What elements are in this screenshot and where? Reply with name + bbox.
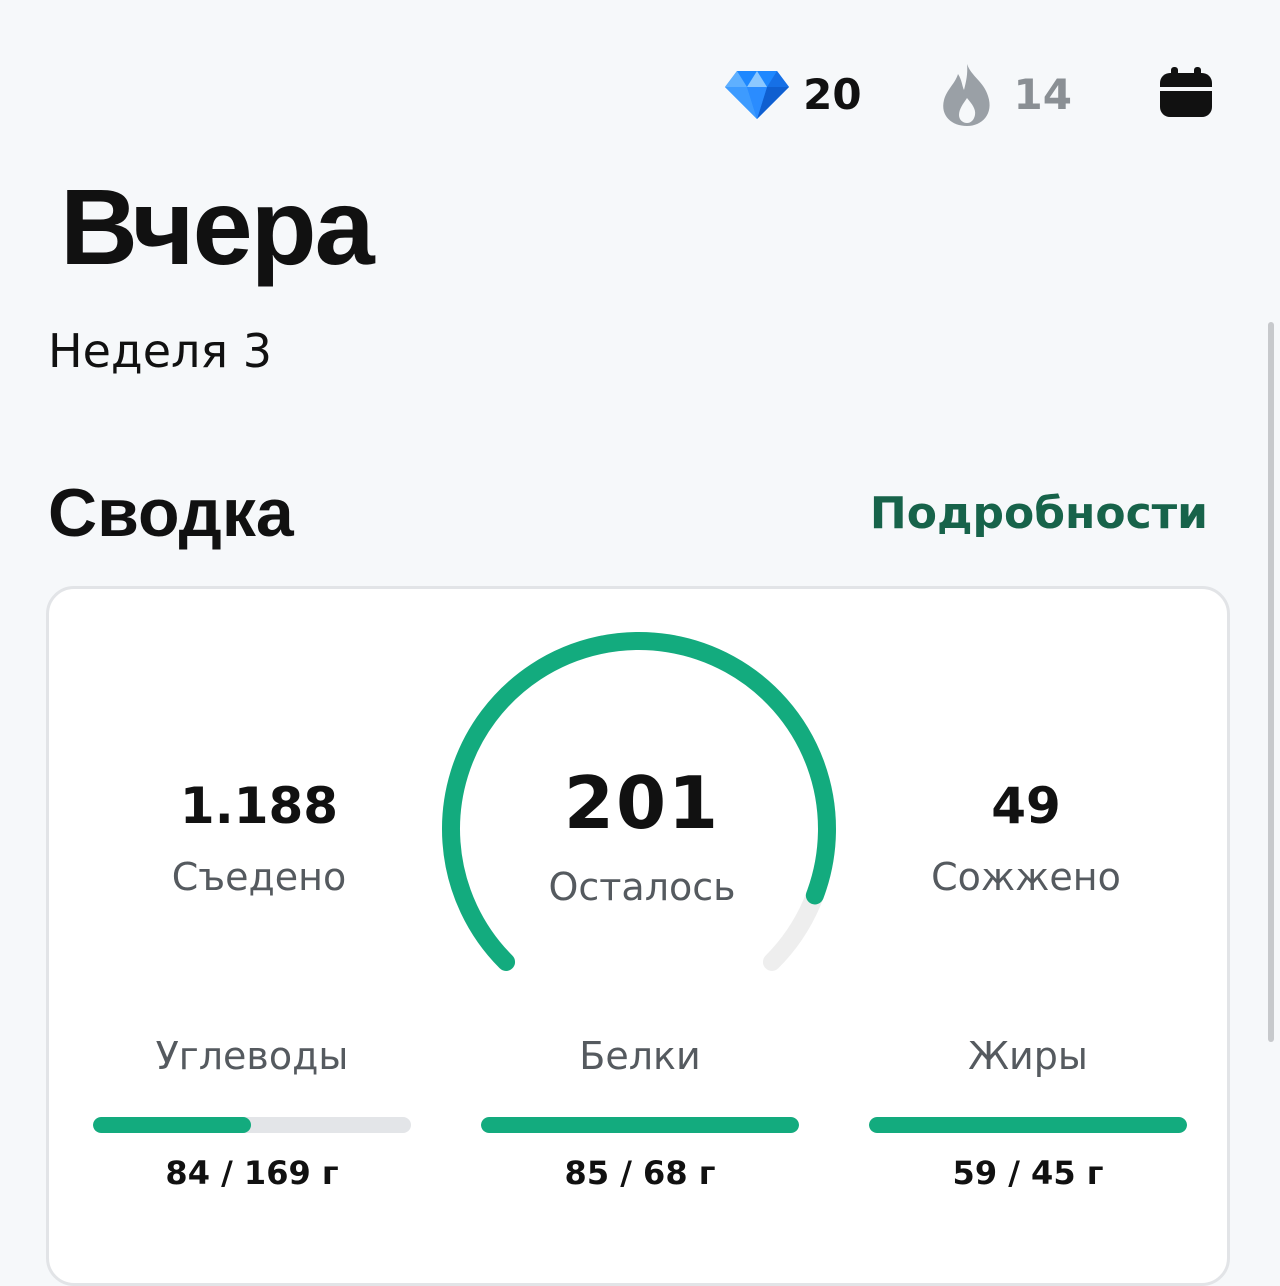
fat-amount: 59 / 45 г [952,1154,1104,1192]
macro-protein: Белки 85 / 68 г [481,1037,799,1189]
protein-label: Белки [579,1034,701,1078]
protein-amount: 85 / 68 г [564,1154,716,1192]
scrollbar[interactable] [1268,322,1274,1042]
burned-metric: 49 Сожжено [876,781,1176,899]
summary-card: 1.188 Съедено 201 Осталось 49 Сожжено Уг… [46,586,1230,1286]
summary-header: Сводка Подробности [48,476,1208,551]
top-bar: 20 14 [725,60,1214,130]
remaining-label: Осталось [548,865,736,909]
protein-progress-track [481,1117,799,1133]
burned-value: 49 [991,777,1061,835]
calendar-button[interactable] [1158,67,1214,123]
streak-counter[interactable]: 14 [938,62,1072,128]
remaining-value: 201 [563,761,721,845]
fat-progress-fill [869,1117,1187,1133]
carbs-amount: 84 / 169 г [165,1154,339,1192]
eaten-value: 1.188 [179,777,339,835]
streak-count: 14 [1013,70,1072,119]
remaining-metric: 201 Осталось [492,767,792,909]
flame-icon [938,62,996,128]
week-label: Неделя 3 [48,324,272,378]
fat-progress-track [869,1117,1187,1133]
carbs-progress-track [93,1117,411,1133]
protein-progress-fill [481,1117,799,1133]
carbs-label: Углеводы [155,1034,349,1078]
summary-title: Сводка [48,475,294,551]
gems-counter[interactable]: 20 [725,69,862,121]
carbs-progress-fill [93,1117,252,1133]
burned-label: Сожжено [931,855,1121,899]
diamond-icon [725,69,790,121]
eaten-label: Съедено [171,855,347,899]
eaten-metric: 1.188 Съедено [109,781,409,899]
macro-fat: Жиры 59 / 45 г [869,1037,1187,1189]
calendar-icon [1159,67,1213,123]
macro-carbs: Углеводы 84 / 169 г [93,1037,411,1189]
gems-count: 20 [803,70,862,119]
page-title: Вчера [60,166,375,287]
fat-label: Жиры [968,1034,1088,1078]
details-link[interactable]: Подробности [870,488,1208,539]
